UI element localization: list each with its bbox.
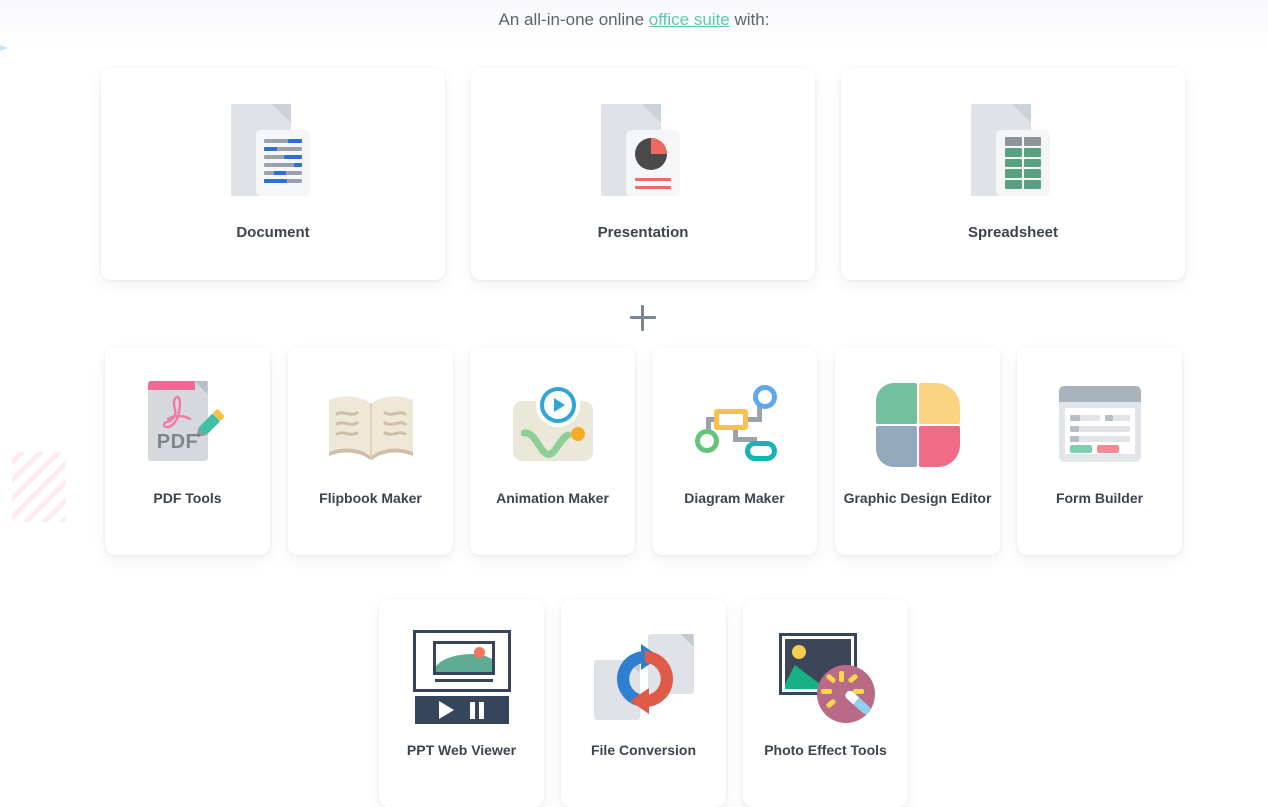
- app-card-label: File Conversion: [590, 742, 697, 758]
- app-card-animation-maker[interactable]: Animation Maker: [470, 347, 635, 555]
- diagram-icon: [652, 369, 817, 481]
- app-card-pdf-tools[interactable]: PDF PDF Tools: [105, 347, 270, 555]
- pdf-tools-icon: PDF: [105, 369, 270, 481]
- graphic-design-icon: [835, 369, 1000, 481]
- app-card-label: PDF Tools: [153, 490, 222, 506]
- animation-icon: [470, 369, 635, 481]
- office-suite-link[interactable]: office suite: [649, 10, 730, 29]
- file-conversion-icon: [561, 621, 726, 733]
- app-card-form-builder[interactable]: Form Builder: [1017, 347, 1182, 555]
- app-card-document[interactable]: Document: [101, 68, 445, 280]
- app-card-label: Photo Effect Tools: [764, 742, 887, 758]
- plus-divider-icon: [630, 305, 656, 331]
- app-card-label: Diagram Maker: [684, 490, 785, 506]
- app-card-diagram-maker[interactable]: Diagram Maker: [652, 347, 817, 555]
- pause-icon: [470, 701, 484, 719]
- photo-effect-icon: [743, 621, 908, 733]
- app-card-label: Form Builder: [1055, 490, 1144, 506]
- presentation-icon: [471, 96, 815, 216]
- app-card-label: Spreadsheet: [967, 224, 1059, 241]
- app-card-presentation[interactable]: Presentation: [471, 68, 815, 280]
- blue-accent-mark-icon: [0, 45, 8, 51]
- app-card-file-conversion[interactable]: File Conversion: [561, 599, 726, 807]
- app-card-label: Document: [236, 224, 310, 241]
- page-headline: An all-in-one online office suite with:: [0, 8, 1268, 32]
- headline-suffix: with:: [729, 10, 770, 29]
- app-card-label: Presentation: [597, 224, 689, 241]
- app-card-label: Animation Maker: [496, 490, 609, 506]
- headline-prefix: An all-in-one online: [498, 10, 649, 29]
- app-card-label: Graphic Design Editor: [843, 490, 992, 506]
- document-icon: [101, 96, 445, 216]
- form-builder-icon: [1017, 369, 1182, 481]
- play-icon: [439, 701, 454, 719]
- app-card-graphic-design-editor[interactable]: Graphic Design Editor: [835, 347, 1000, 555]
- flipbook-icon: [288, 369, 453, 481]
- app-card-ppt-web-viewer[interactable]: PPT Web Viewer: [379, 599, 544, 807]
- ppt-web-viewer-icon: [379, 621, 544, 733]
- pink-diagonal-stripes-decoration: [12, 452, 66, 522]
- app-card-label: Flipbook Maker: [319, 490, 422, 506]
- app-card-photo-effect-tools[interactable]: Photo Effect Tools: [743, 599, 908, 807]
- spreadsheet-icon: [841, 96, 1185, 216]
- app-card-spreadsheet[interactable]: Spreadsheet: [841, 68, 1185, 280]
- app-card-label: PPT Web Viewer: [406, 742, 517, 758]
- app-card-flipbook-maker[interactable]: Flipbook Maker: [288, 347, 453, 555]
